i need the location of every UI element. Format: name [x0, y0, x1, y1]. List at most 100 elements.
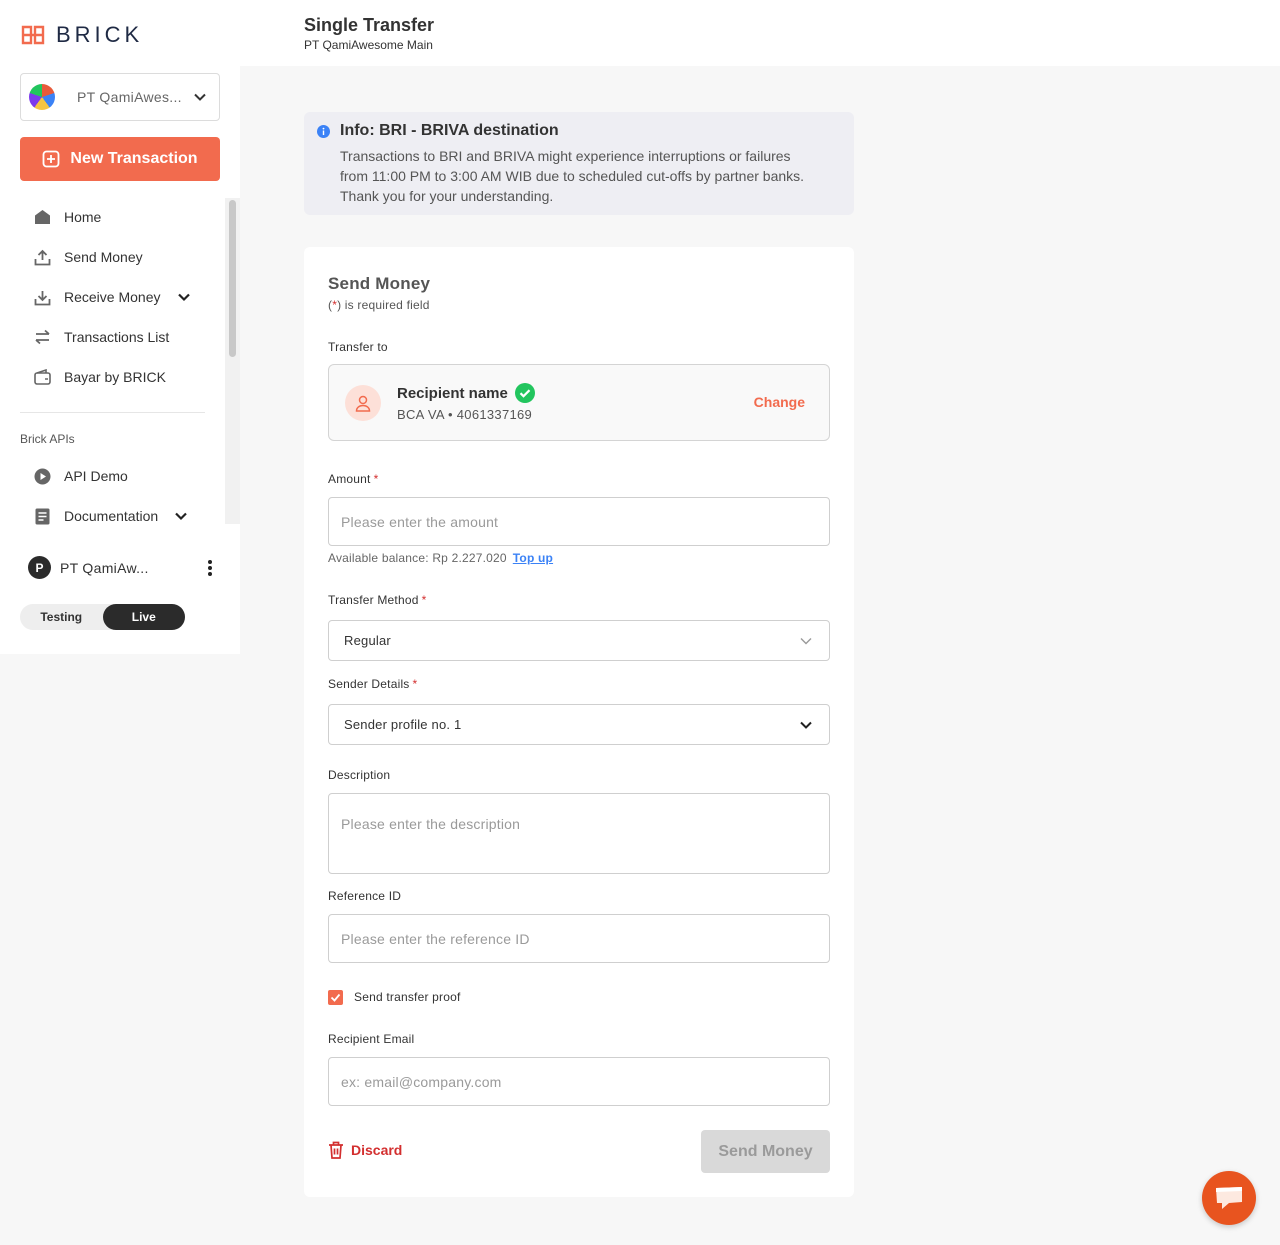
- section-label-brick-apis: Brick APIs: [20, 432, 75, 446]
- profile-name: PT QamiAw...: [60, 559, 149, 576]
- send-money-form: Send Money (*) is required field Transfe…: [304, 247, 854, 1197]
- page-subtitle: PT QamiAwesome Main: [304, 38, 433, 52]
- change-recipient-button[interactable]: Change: [754, 394, 805, 410]
- top-up-link[interactable]: Top up: [513, 551, 553, 565]
- available-balance: Available balance: Rp 2.227.020 Top up: [328, 551, 553, 565]
- required-note-text: ) is required field: [337, 298, 430, 312]
- sender-details-label-text: Sender Details: [328, 677, 410, 691]
- more-vertical-icon[interactable]: [207, 559, 213, 577]
- chat-bubble-icon: [1214, 1185, 1244, 1211]
- reference-id-label: Reference ID: [328, 889, 402, 903]
- home-icon: [33, 209, 51, 225]
- required-note: (*) is required field: [328, 298, 430, 312]
- new-transaction-button[interactable]: New Transaction: [20, 137, 220, 181]
- amount-input[interactable]: Please enter the amount: [328, 497, 830, 546]
- info-body: Transactions to BRI and BRIVA might expe…: [340, 146, 840, 206]
- transfer-method-select[interactable]: Regular: [328, 620, 830, 661]
- env-option-live[interactable]: Live: [102, 604, 185, 630]
- transfer-method-label-text: Transfer Method: [328, 593, 419, 607]
- nav-item-send-money[interactable]: Send Money: [20, 237, 225, 277]
- chevron-down-icon: [799, 634, 813, 648]
- nav-item-home[interactable]: Home: [20, 197, 225, 237]
- nav-label: API Demo: [64, 468, 128, 484]
- chevron-down-icon: [193, 90, 207, 104]
- plus-square-icon: [42, 150, 60, 168]
- chevron-down-icon[interactable]: [172, 509, 190, 523]
- brick-logo-icon: [20, 22, 46, 48]
- user-icon: [355, 395, 371, 412]
- chevron-down-icon[interactable]: [175, 290, 193, 304]
- transfer-to-label: Transfer to: [328, 340, 388, 354]
- avatar: P: [28, 556, 51, 579]
- sender-details-select[interactable]: Sender profile no. 1: [328, 704, 830, 745]
- company-selector[interactable]: PT QamiAwes...: [20, 73, 220, 121]
- info-title: Info: BRI - BRIVA destination: [340, 122, 559, 139]
- brick-logo[interactable]: BRICK: [20, 22, 143, 48]
- recipient-email-input[interactable]: ex: email@company.com: [328, 1057, 830, 1106]
- new-transaction-label: New Transaction: [70, 150, 198, 167]
- nav-item-api-demo[interactable]: API Demo: [20, 456, 225, 496]
- recipient-account: BCA VA • 4061337169: [397, 407, 533, 422]
- info-body-line: from 11:00 PM to 3:00 AM WIB due to sche…: [340, 168, 805, 184]
- description-textarea[interactable]: Please enter the description: [328, 793, 830, 874]
- sidebar-scrollbar[interactable]: [225, 198, 240, 524]
- info-banner: Info: BRI - BRIVA destination Transactio…: [304, 112, 854, 215]
- info-icon: [317, 125, 330, 138]
- nav-item-bayar-by-brick[interactable]: Bayar by BRICK: [20, 357, 225, 397]
- balance-text: Available balance: Rp 2.227.020: [328, 551, 507, 565]
- main-nav: Home Send Money Receive Money Transactio…: [20, 197, 225, 397]
- download-icon: [33, 289, 51, 306]
- api-nav: API Demo Documentation: [20, 456, 225, 536]
- chat-widget-button[interactable]: [1202, 1171, 1256, 1225]
- profile-row: P PT QamiAw...: [28, 556, 213, 579]
- environment-toggle[interactable]: Testing Live: [20, 604, 185, 630]
- company-avatar: [29, 84, 55, 110]
- wallet-icon: [33, 369, 51, 385]
- recipient-name-row: Recipient name: [397, 383, 535, 403]
- sidebar: BRICK PT QamiAwes... New Transaction Hom…: [0, 0, 240, 654]
- recipient-card: Recipient name BCA VA • 4061337169 Chang…: [328, 364, 830, 441]
- required-star: *: [421, 593, 427, 607]
- nav-label: Bayar by BRICK: [64, 369, 166, 385]
- transfer-method-label: Transfer Method *: [328, 593, 426, 607]
- page-header: Single Transfer PT QamiAwesome Main: [240, 0, 1280, 66]
- verified-check-icon: [514, 383, 535, 403]
- required-star: *: [412, 677, 418, 691]
- sender-details-label: Sender Details *: [328, 677, 417, 691]
- nav-item-documentation[interactable]: Documentation: [20, 496, 225, 536]
- amount-label-text: Amount: [328, 472, 371, 486]
- sender-details-value: Sender profile no. 1: [344, 717, 462, 732]
- upload-icon: [33, 249, 51, 266]
- info-body-line: Thank you for your understanding.: [340, 188, 554, 204]
- send-proof-label[interactable]: Send transfer proof: [354, 990, 461, 1004]
- reference-id-input[interactable]: Please enter the reference ID: [328, 914, 830, 963]
- nav-item-receive-money[interactable]: Receive Money: [20, 277, 225, 317]
- nav-label: Home: [64, 209, 102, 225]
- recipient-email-label: Recipient Email: [328, 1032, 415, 1046]
- nav-label: Send Money: [64, 249, 143, 265]
- env-option-testing[interactable]: Testing: [20, 604, 103, 630]
- send-proof-checkbox[interactable]: [328, 990, 343, 1005]
- nav-label: Transactions List: [64, 329, 170, 345]
- play-circle-icon: [33, 468, 51, 485]
- chevron-down-icon: [799, 718, 813, 732]
- required-star: *: [373, 472, 379, 486]
- info-body-line: Transactions to BRI and BRIVA might expe…: [340, 148, 791, 164]
- document-icon: [33, 508, 51, 525]
- form-title: Send Money: [328, 274, 431, 293]
- nav-label: Documentation: [64, 508, 159, 524]
- swap-arrows-icon: [33, 329, 51, 345]
- recipient-name: Recipient name: [397, 384, 508, 402]
- nav-label: Receive Money: [64, 289, 161, 305]
- amount-label: Amount *: [328, 472, 378, 486]
- send-money-button[interactable]: Send Money: [701, 1130, 830, 1173]
- page-title: Single Transfer: [304, 15, 435, 35]
- company-name: PT QamiAwes...: [77, 89, 182, 105]
- trash-icon: [328, 1141, 344, 1159]
- description-label: Description: [328, 768, 391, 782]
- nav-divider: [20, 412, 205, 413]
- discard-button[interactable]: Discard: [328, 1141, 402, 1159]
- scrollbar-thumb[interactable]: [229, 200, 236, 357]
- logo-text: BRICK: [56, 22, 144, 47]
- nav-item-transactions-list[interactable]: Transactions List: [20, 317, 225, 357]
